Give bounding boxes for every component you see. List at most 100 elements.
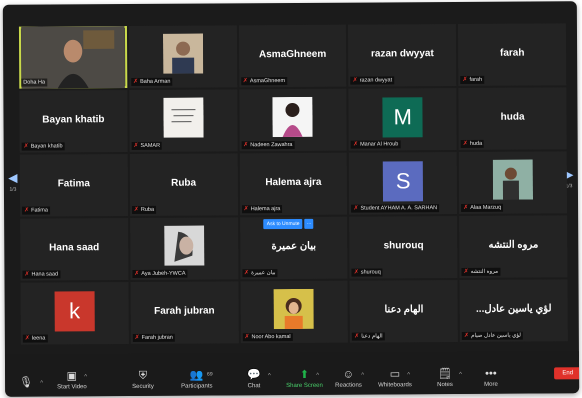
participants-button[interactable]: 👥 69 Participants — [181, 369, 212, 390]
start-video-button[interactable]: ▣ ^ Start Video — [57, 370, 87, 390]
chevron-up-icon: ^ — [459, 371, 462, 378]
participant-tile[interactable]: S ✗ Student AYHAM A. A. SARHAN — [349, 151, 458, 215]
profile-photo — [492, 159, 534, 200]
participant-tile[interactable]: مروه النتشه ✗ مروه النتشه — [459, 215, 568, 278]
reactions-button[interactable]: ☺ ^ Reactions — [335, 368, 365, 389]
participant-label: ✗ SAMAR — [131, 141, 163, 150]
participant-tile[interactable]: ✗ Noor Abo kamal — [240, 280, 349, 344]
mic-muted-icon: ✗ — [353, 141, 359, 148]
participant-label: ✗ لؤي ياسين عادل صيام — [462, 331, 523, 340]
smiley-icon: ☺ ^ — [342, 368, 365, 381]
participant-tile[interactable]: farah ✗ farah — [458, 23, 567, 86]
participant-tile[interactable]: Farah jubran ✗ Farah jubran — [130, 281, 239, 344]
mic-muted-icon: ✗ — [462, 76, 468, 83]
participant-label: ✗ Student AYHAM A. A. SARHAN — [351, 204, 440, 213]
participant-name: ...لؤي ياسين عادل — [475, 302, 552, 315]
participant-label: ✗ leena — [22, 334, 48, 343]
participant-tile[interactable]: razan dwyyat ✗ razan dwyyat — [348, 23, 457, 87]
profile-photo — [274, 288, 315, 330]
participant-tile[interactable]: Ask to Unmute ··· بيان عميرة ✗ بيان عميرة — [239, 216, 348, 280]
participant-label: ✗ Aya Jubeh-YWCA — [132, 269, 188, 278]
participant-label: ✗ Hana saad — [22, 270, 61, 279]
mic-muted-icon: ✗ — [463, 204, 469, 211]
ask-to-unmute-button[interactable]: Ask to Unmute — [263, 218, 303, 230]
security-button[interactable]: ⛨ Security — [132, 370, 154, 390]
mute-button[interactable]: 🎙 ^ — [19, 377, 43, 391]
mic-muted-icon: ✗ — [23, 143, 29, 150]
participant-tile[interactable]: huda ✗ huda — [458, 87, 567, 150]
participant-tile[interactable]: ✗ SAMAR — [129, 89, 238, 152]
participant-label: ✗ Baha Arman — [131, 77, 173, 86]
participant-name: AsmaGhneem — [258, 48, 327, 60]
profile-photo — [163, 97, 204, 138]
zoom-window: ◀ 1/3 ▶ 1/3 Doha Ha ✗ Baha Arman AsmaGhn… — [2, 1, 580, 397]
more-options-button[interactable]: ··· — [304, 218, 314, 229]
participant-tile[interactable]: ...لؤي ياسين عادل ✗ لؤي ياسين عادل صيام — [459, 279, 568, 342]
participant-tile[interactable]: Halema ajra ✗ Halema ajra — [239, 152, 348, 216]
participant-tile[interactable]: Fatima ✗ Fatima — [19, 153, 128, 217]
participant-label: ✗ Alaa Marzuq — [461, 203, 504, 212]
mic-muted-icon: ✗ — [244, 270, 250, 277]
chevron-up-icon: ^ — [40, 380, 44, 387]
participant-tile[interactable]: Doha Ha — [18, 26, 128, 89]
more-button[interactable]: ••• More — [484, 368, 498, 388]
participant-label: ✗ بيان عميرة — [242, 269, 278, 278]
participant-tile[interactable]: shurouq ✗ shurouq — [349, 215, 458, 279]
mic-muted-icon: ✗ — [24, 207, 30, 214]
participant-label: ✗ Ruba — [131, 205, 157, 214]
participant-tile[interactable]: ✗ Nadeen Zawahra — [238, 88, 348, 152]
participant-tile[interactable]: Bayan khatib ✗ Bayan khatib — [19, 89, 128, 153]
participant-tile[interactable]: ✗ Aya Jubeh-YWCA — [129, 217, 239, 280]
chevron-up-icon: ^ — [361, 372, 365, 379]
meeting-toolbar: 🎙 ^ ▣ ^ Start Video ⛨ Security 👥 69 Partici… — [4, 351, 580, 397]
chevron-left-icon: ◀ — [8, 170, 18, 185]
participant-label: ✗ Nadeen Zawahra — [241, 140, 295, 150]
mic-muted-icon: ✗ — [242, 78, 248, 85]
mic-muted-icon: ✗ — [353, 269, 359, 276]
participant-name: Halema ajra — [265, 176, 322, 188]
participant-name: مروه النتشه — [488, 239, 539, 251]
whiteboards-button[interactable]: ▭ ^ Whiteboards — [378, 368, 412, 388]
participant-label: ✗ Manar Al Hroub — [351, 140, 401, 149]
video-off-icon: ▣ ^ — [66, 370, 88, 383]
mic-muted-icon: ✗ — [352, 77, 358, 84]
page-indicator-left: 1/3 — [9, 186, 17, 193]
participant-name: Bayan khatib — [42, 113, 105, 126]
participant-name: الهام دعنا — [384, 303, 424, 315]
share-screen-icon: ⬆ ^ — [299, 368, 320, 381]
participant-label: ✗ الهام دعنا — [352, 332, 385, 341]
mic-muted-icon: ✗ — [463, 268, 469, 275]
participant-label: ✗ Farah jubran — [132, 333, 175, 342]
participant-name: farah — [499, 47, 525, 59]
participant-tile[interactable]: الهام دعنا ✗ الهام دعنا — [349, 279, 459, 343]
participant-name: بيان عميرة — [271, 240, 317, 252]
participant-tile[interactable]: AsmaGhneem ✗ AsmaGhneem — [238, 24, 347, 88]
participant-tile[interactable]: k ✗ leena — [20, 281, 129, 345]
mic-muted-icon: ✗ — [133, 78, 139, 85]
prev-page-button[interactable]: ◀ 1/3 — [6, 171, 20, 201]
participant-name: Fatima — [57, 177, 90, 189]
participant-label: ✗ razan dwyyat — [350, 76, 395, 85]
unmute-controls: Ask to Unmute ··· — [263, 218, 314, 230]
share-screen-button[interactable]: ⬆ ^ Share Screen — [286, 369, 323, 389]
chat-button[interactable]: 💬 ^ Chat — [247, 369, 271, 389]
mic-muted-icon: ✗ — [134, 334, 140, 341]
notes-button[interactable]: 🗒 ^ Notes — [437, 368, 462, 388]
shield-icon: ⛨ — [138, 369, 148, 382]
participant-label: ✗ Noor Abo kamal — [242, 332, 293, 342]
participant-tile[interactable]: ✗ Baha Arman — [128, 25, 237, 88]
chevron-up-icon: ^ — [84, 374, 88, 381]
end-meeting-button[interactable]: End — [554, 367, 580, 380]
notes-icon: 🗒 ^ — [437, 368, 462, 381]
mic-muted-icon: ✗ — [133, 142, 139, 149]
chevron-up-icon: ^ — [316, 372, 320, 379]
participant-tile[interactable]: M ✗ Manar Al Hroub — [348, 87, 457, 151]
participant-tile[interactable]: ✗ Alaa Marzuq — [458, 151, 568, 214]
participant-label: Doha Ha — [21, 78, 48, 87]
participant-tile[interactable]: Ruba ✗ Ruba — [129, 153, 238, 216]
participant-label: ✗ shurouq — [351, 268, 383, 277]
participant-tile[interactable]: Hana saad ✗ Hana saad — [20, 217, 129, 281]
participant-label: ✗ AsmaGhneem — [240, 77, 288, 86]
participant-label: ✗ farah — [460, 75, 485, 84]
mic-muted-icon: ✗ — [353, 205, 359, 212]
